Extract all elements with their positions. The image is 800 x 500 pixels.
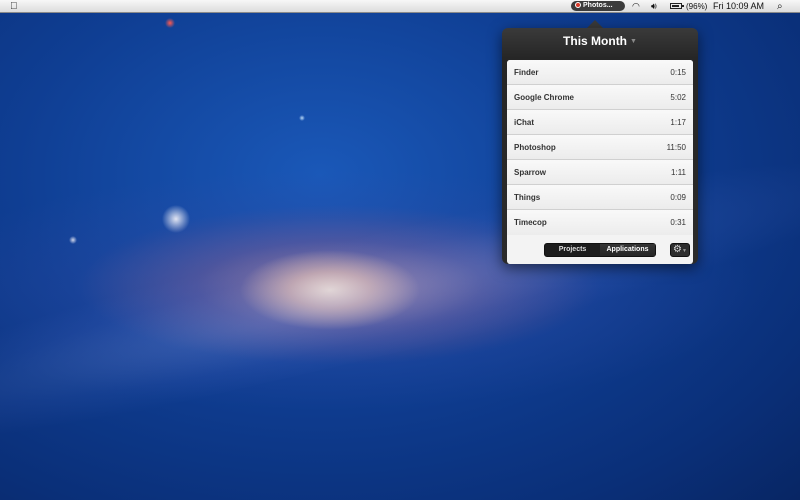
wifi-icon[interactable]: ◠ (632, 0, 640, 13)
list-item[interactable]: Timecop 0:31 (507, 210, 693, 235)
battery-percent: (96%) (686, 2, 708, 11)
app-name: Photoshop (514, 143, 556, 152)
status-app-label: Photos... (583, 2, 613, 9)
settings-button[interactable]: ⚙ ▼ (670, 243, 690, 257)
menu-bar:  Photos... ◠ 🔊︎ (96%) Fri 10:09 AM ⌕ (0, 0, 800, 13)
tab-projects[interactable]: Projects (545, 244, 601, 256)
app-name: Google Chrome (514, 93, 575, 102)
search-icon[interactable]: ⌕ (777, 0, 783, 13)
app-time: 1:11 (671, 168, 686, 177)
list-item[interactable]: Google Chrome 5:02 (507, 85, 693, 110)
app-time: 1:17 (670, 118, 686, 127)
tab-applications[interactable]: Applications (600, 244, 655, 256)
app-name: iChat (514, 118, 534, 127)
app-time: 0:31 (670, 218, 686, 227)
popover-arrow (587, 20, 603, 28)
list-item[interactable]: Sparrow 1:11 (507, 160, 693, 185)
time-tracker-popover: This Month ▼ Finder 0:15 Google Chrome 5:… (502, 28, 698, 264)
record-icon (575, 2, 581, 8)
app-time: 0:15 (670, 68, 686, 77)
menu-clock[interactable]: Fri 10:09 AM (713, 0, 764, 13)
list-item[interactable]: Things 0:09 (507, 185, 693, 210)
panel-title-text: This Month (563, 34, 628, 48)
list-item[interactable]: iChat 1:17 (507, 110, 693, 135)
application-list: Finder 0:15 Google Chrome 5:02 iChat 1:1… (507, 60, 693, 264)
volume-icon[interactable]: 🔊︎ (651, 0, 657, 13)
apple-icon[interactable]:  (10, 1, 18, 12)
list-item[interactable]: Finder 0:15 (507, 60, 693, 85)
app-time: 11:50 (666, 143, 686, 152)
app-time: 5:02 (670, 93, 686, 102)
app-name: Things (514, 193, 541, 202)
recording-status-item[interactable]: Photos... (571, 1, 625, 11)
app-time: 0:09 (670, 193, 686, 202)
app-name: Sparrow (514, 168, 547, 177)
battery-icon[interactable] (670, 3, 684, 9)
list-item[interactable]: Photoshop 11:50 (507, 135, 693, 160)
chevron-down-icon: ▼ (682, 248, 687, 254)
view-segmented-control: Projects Applications (544, 243, 656, 257)
gear-icon: ⚙ (673, 244, 682, 255)
panel-title[interactable]: This Month ▼ (502, 34, 698, 48)
chevron-down-icon: ▼ (630, 38, 637, 45)
app-name: Timecop (514, 218, 547, 227)
app-name: Finder (514, 68, 539, 77)
